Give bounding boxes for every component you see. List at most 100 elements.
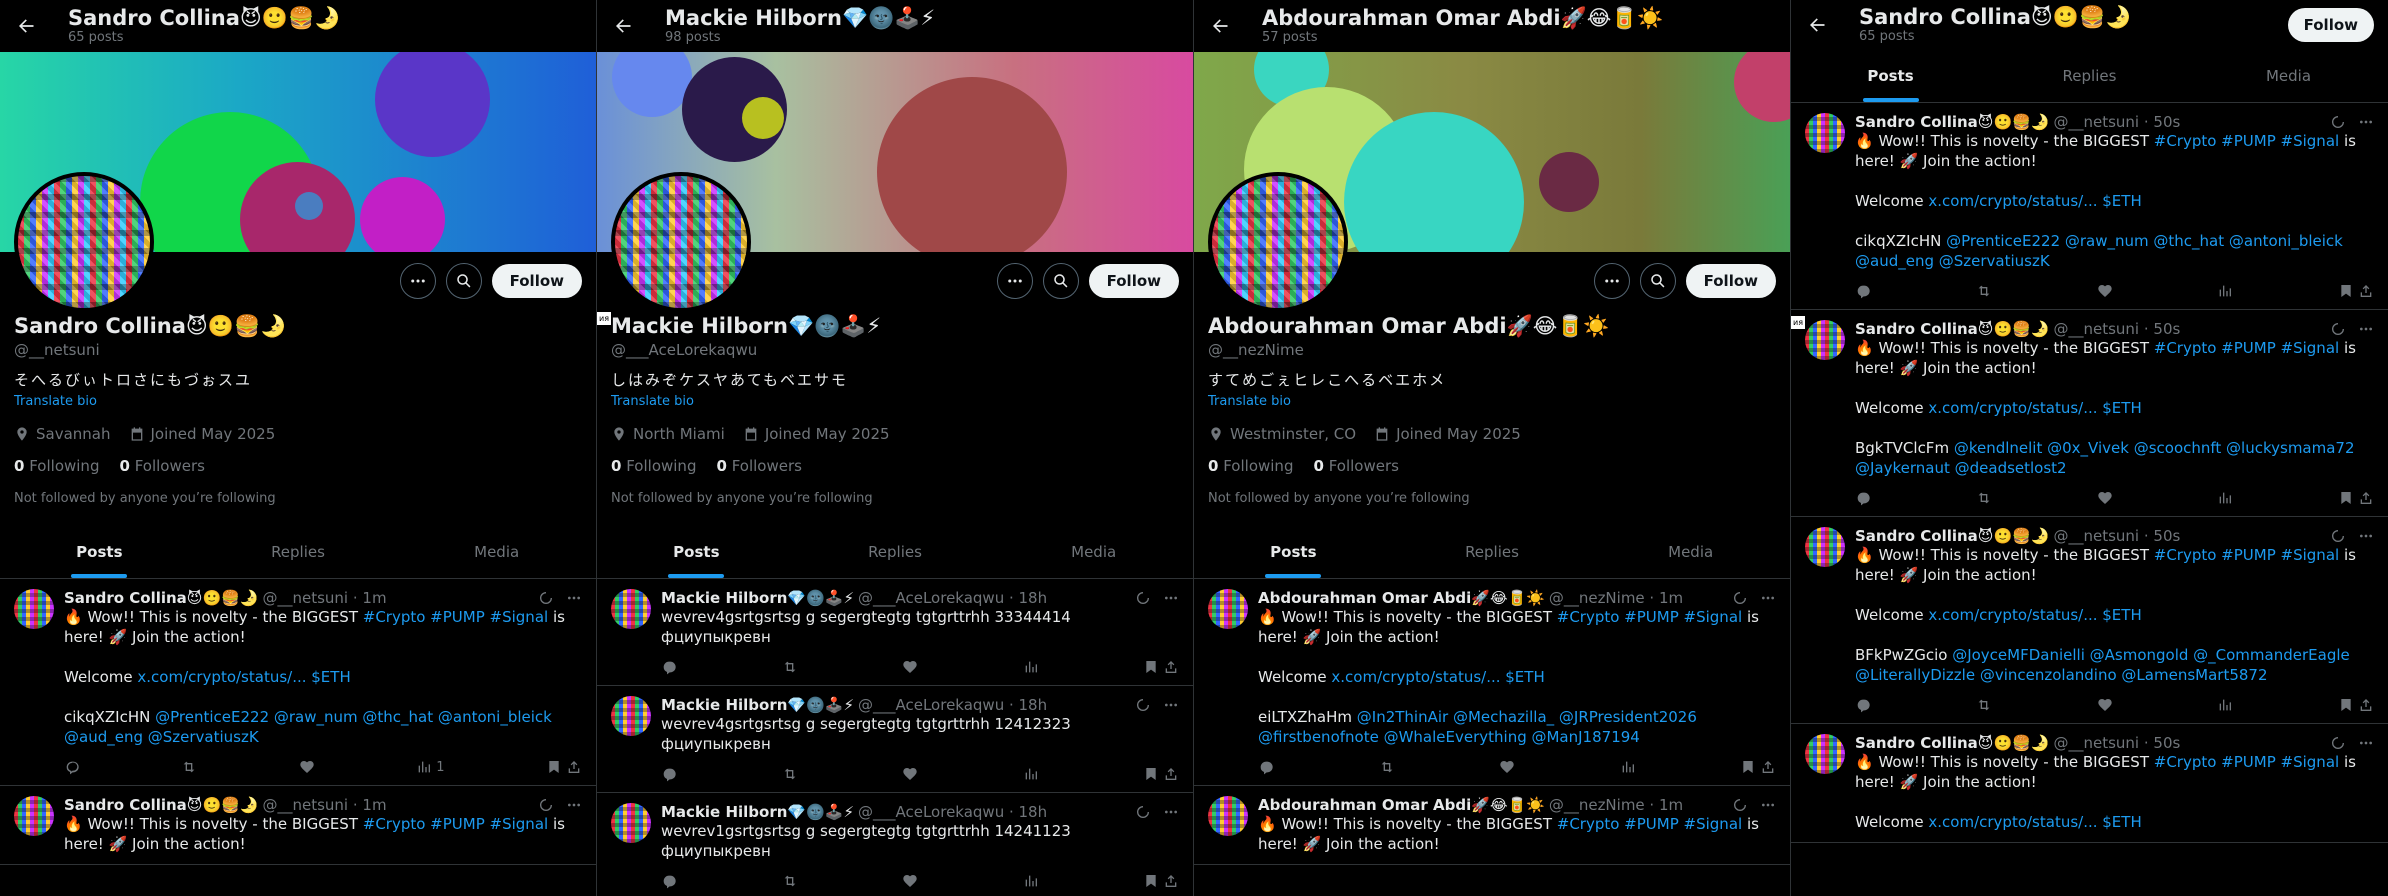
post[interactable]: Mackie Hilborn💎🌚🕹️⚡ @___AceLorekaqwu · 1… [597,686,1193,793]
tab-replies[interactable]: Replies [796,526,995,578]
more-options-icon[interactable] [996,263,1033,299]
follow-button[interactable]: Follow [1685,264,1776,298]
tab-posts[interactable]: Posts [1194,526,1393,578]
reply-icon[interactable] [661,873,677,889]
post[interactable]: Abdourahman Omar Abdi🚀😂🥫☀️ @__nezNime · … [1194,786,1790,865]
more-icon[interactable] [1760,797,1776,813]
post-author-name[interactable]: Mackie Hilborn💎🌚🕹️⚡ [661,589,854,607]
post[interactable]: Sandro Collina😈🙂🍔🌛 @__netsuni · 50s 🔥 Wo… [1791,103,2388,310]
more-options-icon[interactable] [399,263,436,299]
repost-icon[interactable] [782,659,798,675]
grok-icon[interactable] [538,590,554,606]
tab-media[interactable]: Media [397,526,596,578]
tab-posts[interactable]: Posts [0,526,199,578]
post-link[interactable]: x.com/crypto/status/... $ETH [1928,192,2141,210]
back-arrow-icon[interactable] [1208,14,1232,38]
share-icon[interactable] [2358,490,2374,506]
more-icon[interactable] [2358,321,2374,337]
post-author-name[interactable]: Abdourahman Omar Abdi🚀😂🥫☀️ [1258,796,1545,814]
profile-avatar[interactable] [1208,172,1348,312]
post[interactable]: Mackie Hilborn💎🌚🕹️⚡ @___AceLorekaqwu · 1… [597,579,1193,686]
share-icon[interactable] [1163,766,1179,782]
grok-icon[interactable] [2330,735,2346,751]
post-author-name[interactable]: Sandro Collina😈🙂🍔🌛 [64,589,258,607]
repost-icon[interactable] [782,873,798,889]
repost-icon[interactable] [1379,759,1395,775]
post-link[interactable]: x.com/crypto/status/... $ETH [1928,606,2141,624]
views-icon[interactable] [1023,766,1039,782]
tab-replies[interactable]: Replies [1393,526,1592,578]
post-avatar[interactable] [611,589,651,629]
share-icon[interactable] [1163,873,1179,889]
bookmark-icon[interactable] [546,759,562,775]
tab-posts[interactable]: Posts [1791,50,1990,102]
post-avatar[interactable] [14,589,54,629]
tab-replies[interactable]: Replies [1990,50,2189,102]
more-icon[interactable] [566,797,582,813]
search-icon[interactable] [445,263,482,299]
post-author-name[interactable]: Sandro Collina😈🙂🍔🌛 [64,796,258,814]
post-author-name[interactable]: Mackie Hilborn💎🌚🕹️⚡ [661,696,854,714]
like-icon[interactable] [1499,759,1515,775]
back-arrow-icon[interactable] [611,14,635,38]
repost-icon[interactable] [1976,490,1992,506]
post[interactable]: Sandro Collina😈🙂🍔🌛 @__netsuni · 50s 🔥 Wo… [1791,517,2388,724]
bookmark-icon[interactable] [1143,873,1159,889]
reply-icon[interactable] [64,759,80,775]
reply-icon[interactable] [1855,490,1871,506]
more-icon[interactable] [2358,528,2374,544]
post-avatar[interactable] [611,696,651,736]
hashtag-link[interactable]: #Crypto #PUMP #Signal [363,815,548,833]
reply-icon[interactable] [1855,283,1871,299]
post-link[interactable]: x.com/crypto/status/... $ETH [1928,813,2141,831]
repost-icon[interactable] [1976,283,1992,299]
more-options-icon[interactable] [1593,263,1630,299]
translate-bio-link[interactable]: Translate bio [1208,394,1776,409]
like-icon[interactable] [902,873,918,889]
more-icon[interactable] [1163,697,1179,713]
post[interactable]: Sandro Collina😈🙂🍔🌛 @__netsuni · 50s 🔥 Wo… [1791,310,2388,517]
bookmark-icon[interactable] [2338,490,2354,506]
post[interactable]: Mackie Hilborn💎🌚🕹️⚡ @___AceLorekaqwu · 1… [597,793,1193,896]
views-icon[interactable]: 1 [416,759,445,775]
hashtag-link[interactable]: #Crypto #PUMP #Signal [1557,815,1742,833]
share-icon[interactable] [1163,659,1179,675]
post-avatar[interactable] [1805,527,1845,567]
hashtag-link[interactable]: #Crypto #PUMP #Signal [1557,608,1742,626]
grok-icon[interactable] [1135,590,1151,606]
repost-icon[interactable] [1976,697,1992,713]
share-icon[interactable] [566,759,582,775]
post-avatar[interactable] [1208,589,1248,629]
hashtag-link[interactable]: #Crypto #PUMP #Signal [2154,339,2339,357]
grok-icon[interactable] [1135,804,1151,820]
following-link[interactable]: 0 Following [14,457,99,475]
post-author-name[interactable]: Sandro Collina😈🙂🍔🌛 [1855,320,2049,338]
hashtag-link[interactable]: #Crypto #PUMP #Signal [2154,132,2339,150]
share-icon[interactable] [2358,697,2374,713]
like-icon[interactable] [299,759,315,775]
post-avatar[interactable] [1208,796,1248,836]
grok-icon[interactable] [2330,321,2346,337]
like-icon[interactable] [2097,283,2113,299]
post-author-name[interactable]: Sandro Collina😈🙂🍔🌛 [1855,527,2049,545]
like-icon[interactable] [902,766,918,782]
post[interactable]: Abdourahman Omar Abdi🚀😂🥫☀️ @__nezNime · … [1194,579,1790,786]
post-avatar[interactable] [1805,320,1845,360]
post-author-name[interactable]: Sandro Collina😈🙂🍔🌛 [1855,734,2049,752]
like-icon[interactable] [902,659,918,675]
profile-avatar[interactable] [611,172,751,312]
grok-icon[interactable] [1135,697,1151,713]
views-icon[interactable] [2217,490,2233,506]
follow-button[interactable]: Follow [491,264,582,298]
reply-icon[interactable] [1855,697,1871,713]
grok-icon[interactable] [1732,797,1748,813]
post-link[interactable]: x.com/crypto/status/... $ETH [1331,668,1544,686]
more-icon[interactable] [2358,114,2374,130]
like-icon[interactable] [2097,490,2113,506]
hashtag-link[interactable]: #Crypto #PUMP #Signal [2154,546,2339,564]
following-link[interactable]: 0 Following [611,457,696,475]
post-avatar[interactable] [14,796,54,836]
back-arrow-icon[interactable] [14,14,38,38]
search-icon[interactable] [1639,263,1676,299]
tab-media[interactable]: Media [1591,526,1790,578]
